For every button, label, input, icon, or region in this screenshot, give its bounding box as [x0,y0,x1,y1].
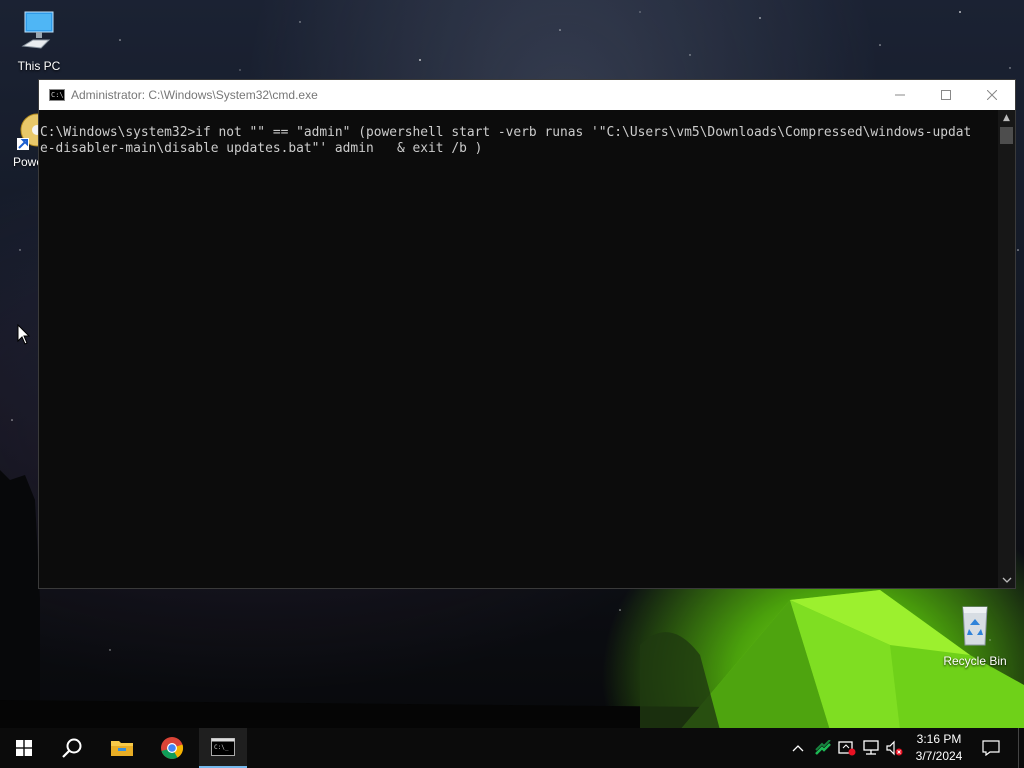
maximize-button[interactable] [923,80,969,110]
start-button[interactable] [0,728,48,768]
cmd-taskbar-button[interactable]: C:\_ [199,728,247,768]
svg-text:C:\_: C:\_ [214,744,229,751]
windows-logo-icon [16,740,32,756]
close-button[interactable] [969,80,1015,110]
chrome-button[interactable] [148,728,196,768]
window-title: Administrator: C:\Windows\System32\cmd.e… [71,88,318,102]
show-hidden-icons-button[interactable] [788,728,808,768]
volume-tray-button[interactable] [884,728,906,768]
chevron-up-icon [792,745,804,752]
close-icon [987,90,997,100]
scrollbar-thumb[interactable] [1000,127,1013,144]
minimize-icon [895,94,905,96]
desktop-icon-this-pc[interactable]: This PC [3,8,75,73]
scroll-up-arrow-icon[interactable]: ▲ [998,110,1015,126]
scroll-down-arrow-icon[interactable] [998,572,1015,588]
security-tray-button[interactable] [836,728,858,768]
desktop-icon-label: Powe [13,155,44,169]
recycle-bin-icon [962,606,988,646]
search-button[interactable] [48,728,96,768]
desktop-icon-label: Recycle Bin [943,654,1007,668]
security-warning-icon [838,741,856,756]
taskbar-clock[interactable]: 3:16 PM 3/7/2024 [906,728,972,768]
volume-muted-icon [886,740,903,756]
terminal-icon: C:\_ [211,738,235,756]
desktop-icon-recycle-bin[interactable]: Recycle Bin [939,603,1011,668]
network-tray-button[interactable] [860,728,882,768]
action-center-button[interactable] [978,728,1004,768]
window-titlebar[interactable]: C:\ Administrator: C:\Windows\System32\c… [39,80,1015,110]
notification-icon [982,740,1000,756]
taskbar: C:\_ 3:16 PM 3/7/2024 [0,728,1024,768]
desktop-icon-label: This PC [17,59,61,73]
console-line: C:\Windows\system32>if not "" == "admin"… [40,125,972,140]
network-icon [863,740,879,755]
maximize-icon [941,90,951,100]
vertical-scrollbar[interactable]: ▲ [998,110,1015,588]
computer-icon [21,11,54,49]
tray-app-icon[interactable] [812,728,834,768]
cmd-app-icon[interactable]: C:\ [49,89,65,101]
cmd-window[interactable]: C:\ Administrator: C:\Windows\System32\c… [38,79,1016,589]
clock-time: 3:16 PM [916,732,962,746]
file-explorer-button[interactable] [98,728,146,768]
desktop-icon-powershell[interactable]: Powe [1,108,54,169]
mouse-cursor-icon [17,324,31,345]
console-output[interactable]: C:\Windows\system32>if not "" == "admin"… [39,110,998,588]
show-desktop-button[interactable] [1018,728,1024,768]
clock-date: 3/7/2024 [915,749,963,763]
console-line: e-disabler-main\disable updates.bat"' ad… [40,141,483,156]
chrome-icon [161,737,184,759]
folder-icon [111,741,133,756]
network-activity-icon [815,740,831,755]
minimize-button[interactable] [877,80,923,110]
search-icon [62,738,82,758]
